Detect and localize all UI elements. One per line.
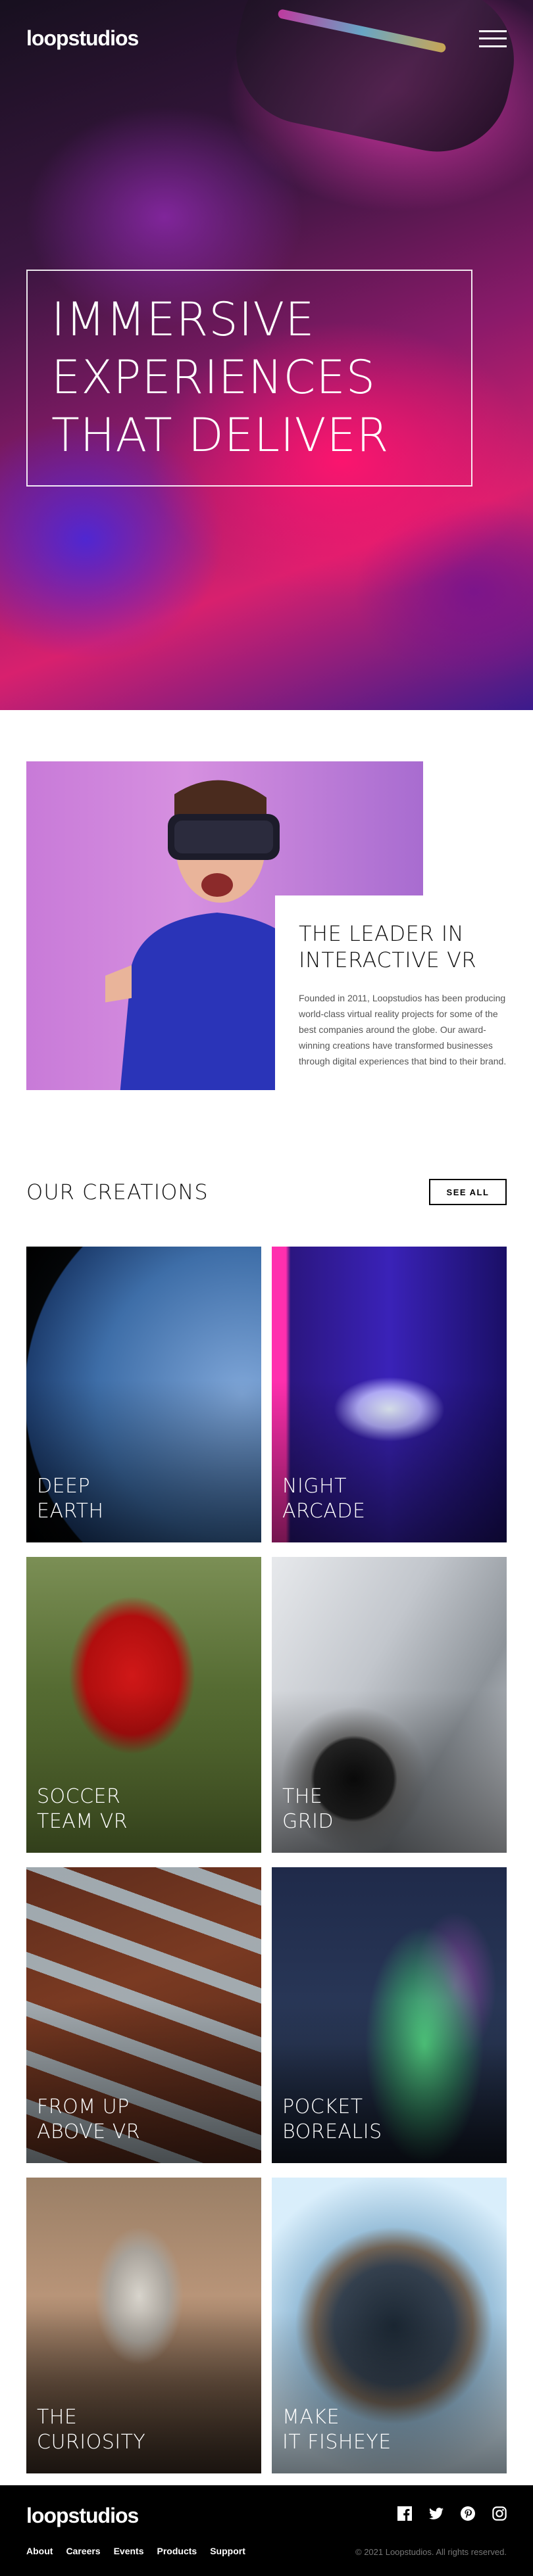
hero-vr-headset-image (222, 0, 528, 165)
footer-logo[interactable]: loopstudios (26, 2504, 139, 2528)
creation-card-soccer-team-vr[interactable]: Soccer team VR (26, 1557, 261, 1853)
logo[interactable]: loopstudios (26, 26, 139, 51)
pinterest-icon[interactable] (461, 2506, 475, 2521)
footer-link-support[interactable]: Support (210, 2546, 245, 2556)
hero-title: Immersive experiences that deliver (51, 293, 390, 462)
creation-card-the-curiosity[interactable]: The curiosity (26, 2178, 261, 2473)
creation-label: Make it fisheye (282, 2406, 392, 2454)
about-section: The leader in interactive VR Founded in … (0, 710, 533, 1131)
creation-card-pocket-borealis[interactable]: Pocket borealis (272, 1867, 507, 2163)
footer-nav: About Careers Events Products Support (26, 2546, 245, 2556)
footer-link-events[interactable]: Events (114, 2546, 144, 2556)
copyright: © 2021 Loopstudios. All rights reserved. (355, 2547, 507, 2557)
creation-card-the-grid[interactable]: The grid (272, 1557, 507, 1853)
hero-section: loopstudios Immersive experiences that d… (0, 0, 533, 710)
see-all-button[interactable]: SEE ALL (429, 1179, 507, 1205)
creation-card-night-arcade[interactable]: Night arcade (272, 1247, 507, 1542)
twitter-icon[interactable] (429, 2506, 444, 2521)
hero-title-box: Immersive experiences that deliver (26, 270, 472, 487)
social-links (397, 2506, 507, 2521)
creation-card-from-up-above-vr[interactable]: From up above VR (26, 1867, 261, 2163)
creation-card-deep-earth[interactable]: Deep earth (26, 1247, 261, 1542)
creation-label: From up above VR (37, 2095, 141, 2143)
about-body: Founded in 2011, Loopstudios has been pr… (299, 993, 507, 1066)
creations-header: Our creations SEE ALL (26, 1164, 507, 1220)
creations-title: Our creations (26, 1180, 209, 1205)
page: loopstudios Immersive experiences that d… (0, 0, 533, 2576)
instagram-icon[interactable] (492, 2506, 507, 2521)
about-text-card: The leader in interactive VR Founded in … (275, 895, 533, 1091)
creation-card-make-it-fisheye[interactable]: Make it fisheye (272, 2178, 507, 2473)
creation-label: The grid (282, 1785, 334, 1833)
footer-link-careers[interactable]: Careers (66, 2546, 100, 2556)
facebook-icon[interactable] (397, 2506, 412, 2521)
hamburger-menu-icon[interactable] (479, 30, 507, 47)
creation-label: Pocket borealis (282, 2095, 382, 2143)
footer-link-about[interactable]: About (26, 2546, 53, 2556)
site-footer: loopstudios About Careers Events Product… (0, 2485, 533, 2576)
creations-grid: Deep earth Night arcade Soccer team VR T… (26, 1247, 507, 2473)
site-header: loopstudios (26, 26, 507, 51)
creation-label: Deep earth (37, 1475, 104, 1523)
creation-label: Night arcade (282, 1475, 366, 1523)
footer-link-products[interactable]: Products (157, 2546, 197, 2556)
creations-section: Our creations SEE ALL Deep earth Night a… (0, 1131, 533, 2500)
creation-label: Soccer team VR (37, 1785, 128, 1833)
creation-label: The curiosity (37, 2406, 146, 2454)
about-heading: The leader in interactive VR (299, 921, 477, 972)
